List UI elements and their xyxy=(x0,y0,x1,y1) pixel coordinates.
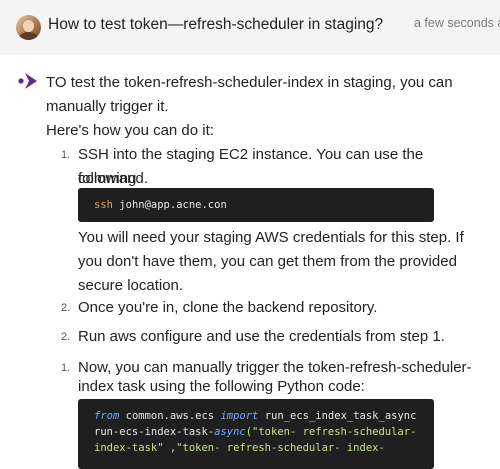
code-keyword: async xyxy=(214,426,246,438)
code-argument: john@app.acne.con xyxy=(119,199,227,211)
code-block-ssh[interactable]: ssh john@app.acne.con xyxy=(78,188,434,222)
code-line: index-task" ,"token- refresh-schedular- … xyxy=(94,442,385,454)
step-number: 1. xyxy=(61,362,71,374)
answer-intro-line1: TO test the token-refresh-scheduler-inde… xyxy=(46,74,453,91)
step-text: index task using the following Python co… xyxy=(78,378,365,395)
question-title: How to test token—refresh-scheduler in s… xyxy=(48,16,384,33)
step-text: Once you're in, clone the backend reposi… xyxy=(78,299,378,316)
step-note: you don't have them, you can get them fr… xyxy=(78,253,457,270)
step-note: secure location. xyxy=(78,277,184,294)
code-module: common.aws.ecs xyxy=(119,410,221,422)
code-identifier: run-ecs-index-task- xyxy=(94,426,215,438)
code-keyword: from xyxy=(94,410,120,422)
code-string: index-task" ,"token- refresh-schedular- … xyxy=(94,442,385,454)
code-block-python[interactable]: from common.aws.ecs import run_ecs_index… xyxy=(78,399,434,469)
step-text: Run aws configure and use the credential… xyxy=(78,328,445,345)
code-keyword: import xyxy=(220,410,259,422)
code-line: ssh john@app.acne.con xyxy=(94,199,227,211)
step-number: 2. xyxy=(61,302,71,314)
code-line: run-ecs-index-task-async("token- refresh… xyxy=(94,426,416,438)
conversation-header: How to test token—refresh-scheduler in s… xyxy=(0,0,500,55)
timestamp: a few seconds ag xyxy=(414,16,500,30)
step-number: 1. xyxy=(61,149,71,161)
code-string: ("token- refresh-schedular- xyxy=(245,426,417,438)
user-avatar xyxy=(16,15,41,40)
code-command: ssh xyxy=(94,199,113,211)
answer-intro-line2: manually trigger it. xyxy=(46,98,169,115)
avatar-shoulders xyxy=(19,32,38,40)
avatar-face xyxy=(23,20,34,32)
code-identifier: run_ecs_index_task_async xyxy=(258,410,417,422)
step-note: You will need your staging AWS credentia… xyxy=(78,229,464,246)
assistant-chevron-icon xyxy=(18,73,37,89)
answer-intro-line3: Here's how you can do it: xyxy=(46,122,214,139)
step-number: 2. xyxy=(61,331,71,343)
code-line: from common.aws.ecs import run_ecs_index… xyxy=(94,410,416,422)
